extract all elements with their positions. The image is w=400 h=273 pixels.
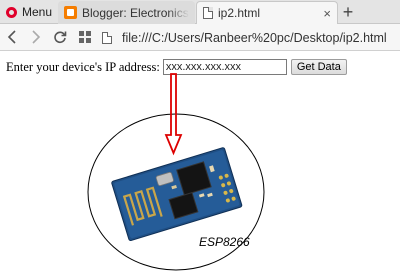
page-content: Enter your device's IP address: Get Data — [0, 52, 400, 273]
tab-title: Blogger: Electronics & — [82, 5, 189, 20]
opera-logo-icon — [6, 6, 17, 18]
blogger-icon — [64, 6, 77, 19]
tab-strip: Menu Blogger: Electronics & ip2.html × + — [0, 0, 400, 24]
browser-toolbar: file:///C:/Users/Ranbeer%20pc/Desktop/ip… — [0, 24, 400, 51]
down-arrow-icon — [164, 73, 183, 156]
tab-title: ip2.html — [218, 6, 261, 20]
tab-ip2[interactable]: ip2.html × — [196, 1, 338, 24]
grid-icon — [79, 31, 91, 43]
tab-blogger[interactable]: Blogger: Electronics & — [58, 1, 195, 24]
back-button[interactable] — [2, 26, 24, 48]
new-tab-button[interactable]: + — [337, 0, 359, 24]
document-icon — [203, 7, 213, 19]
address-bar[interactable]: file:///C:/Users/Ranbeer%20pc/Desktop/ip… — [100, 27, 396, 48]
menu-label: Menu — [22, 5, 53, 19]
esp8266-label: ESP8266 — [199, 235, 250, 249]
reload-icon — [54, 31, 67, 44]
opera-menu-button[interactable]: Menu — [0, 0, 56, 24]
close-tab-icon[interactable]: × — [323, 6, 331, 21]
page-info-icon — [102, 31, 112, 44]
reload-button[interactable] — [49, 26, 71, 48]
chevron-left-icon — [7, 30, 16, 44]
url-text: file:///C:/Users/Ranbeer%20pc/Desktop/ip… — [122, 30, 387, 45]
chevron-right-icon — [32, 30, 41, 44]
esp8266-board — [111, 147, 243, 242]
forward-button[interactable] — [24, 26, 46, 48]
speed-dial-button[interactable] — [74, 26, 96, 48]
